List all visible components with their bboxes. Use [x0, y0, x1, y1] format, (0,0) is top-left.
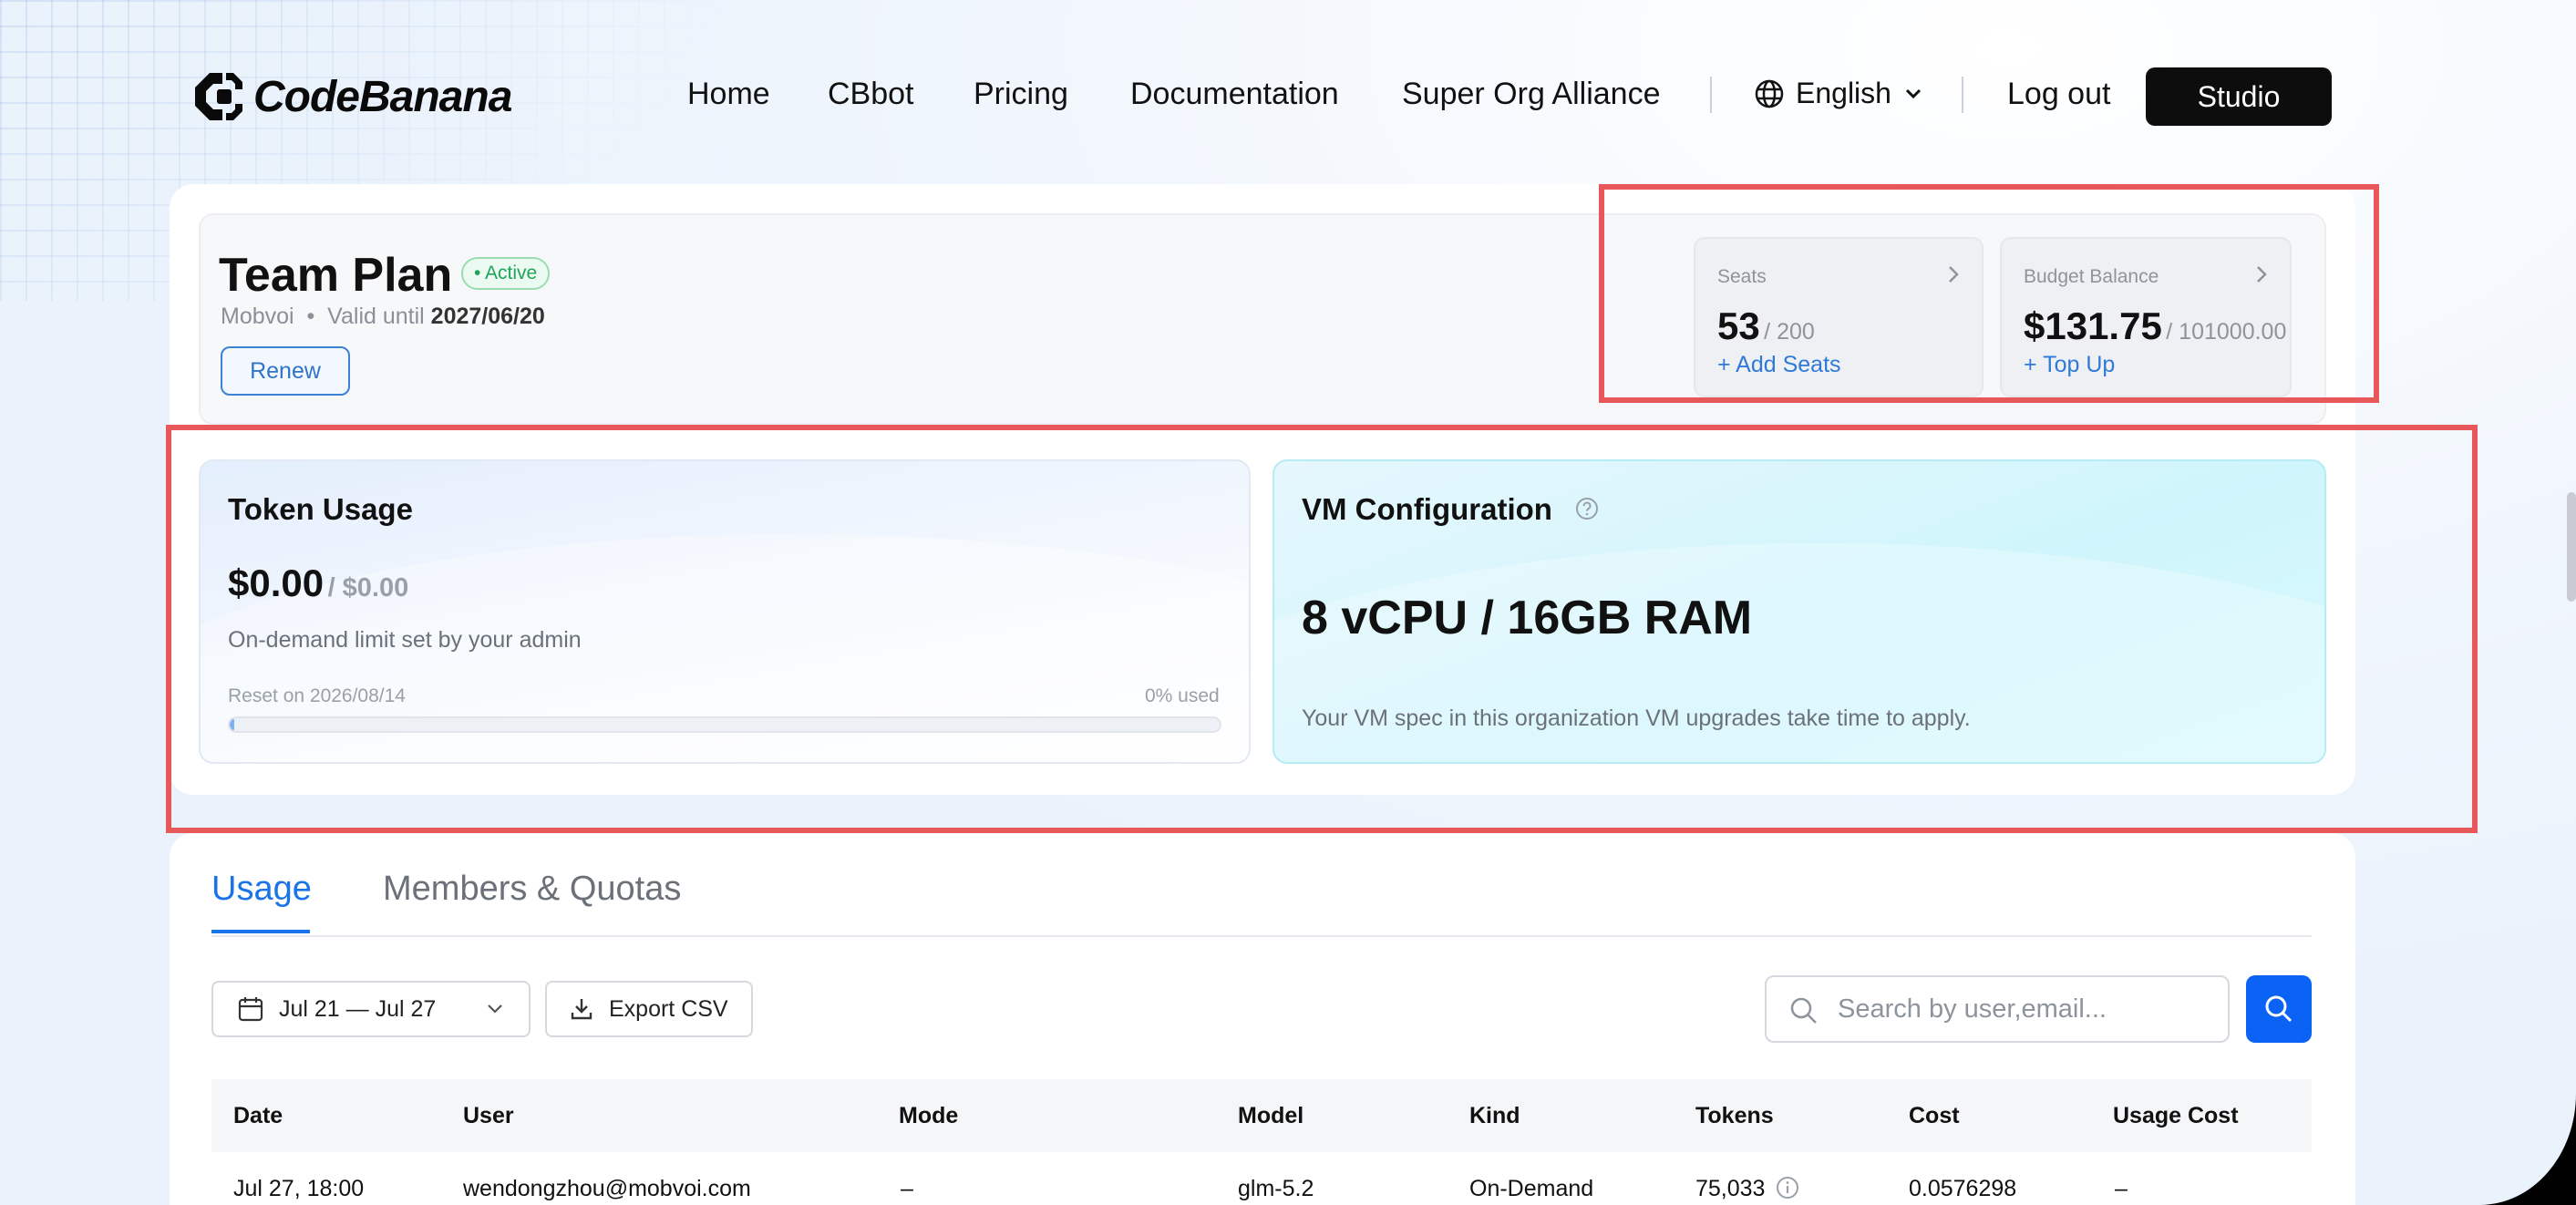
renew-button[interactable]: Renew — [221, 346, 350, 396]
language-label: English — [1796, 77, 1891, 109]
cell-cost: 0.0576298 — [1909, 1176, 2017, 1201]
export-csv-button[interactable]: Export CSV — [545, 981, 753, 1037]
logo[interactable]: CodeBanana — [190, 67, 512, 126]
plan-title: Team Plan — [219, 249, 453, 302]
nav-documentation[interactable]: Documentation — [1130, 77, 1339, 112]
separator-dot: • — [306, 304, 315, 329]
search-button[interactable] — [2246, 975, 2312, 1043]
nav-super-org-alliance[interactable]: Super Org Alliance — [1402, 77, 1661, 112]
cell-date: Jul 27, 18:00 — [233, 1176, 365, 1201]
info-icon[interactable] — [1776, 1176, 1799, 1200]
cell-user: wendongzhou@mobvoi.com — [463, 1176, 751, 1201]
date-range-label: Jul 21 — Jul 27 — [279, 995, 437, 1022]
language-selector[interactable]: English — [1754, 77, 1933, 110]
chevron-down-icon — [1905, 88, 1922, 98]
chevron-down-icon — [488, 1004, 502, 1014]
scrollbar-thumb[interactable] — [2567, 492, 2576, 602]
brand-name: CodeBanana — [253, 72, 512, 121]
search-box[interactable] — [1765, 975, 2230, 1043]
column-mode[interactable]: Mode — [899, 1103, 958, 1129]
nav-divider — [1962, 77, 1963, 113]
cell-tokens: 75,033 — [1695, 1176, 1766, 1201]
highlight-box-stats — [1599, 184, 2379, 403]
column-kind[interactable]: Kind — [1469, 1103, 1520, 1129]
search-input[interactable] — [1838, 990, 2211, 1028]
valid-until-date: 2027/06/20 — [430, 304, 545, 329]
nav-cbbot[interactable]: CBbot — [828, 77, 914, 112]
nav-pricing[interactable]: Pricing — [974, 77, 1068, 112]
cell-mode: – — [901, 1176, 913, 1201]
top-navigation: CodeBanana Home CBbot Pricing Documentat… — [0, 0, 2576, 191]
globe-icon — [1755, 79, 1784, 108]
highlight-box-cards — [166, 425, 2478, 833]
logout-link[interactable]: Log out — [2007, 77, 2110, 112]
studio-button[interactable]: Studio — [2146, 67, 2332, 126]
column-user[interactable]: User — [463, 1103, 514, 1129]
cell-model: glm-5.2 — [1238, 1176, 1314, 1201]
cell-kind: On-Demand — [1469, 1176, 1594, 1201]
org-name: Mobvoi — [221, 304, 294, 329]
column-usage-cost[interactable]: Usage Cost — [2113, 1103, 2239, 1129]
calendar-icon — [238, 997, 263, 1022]
search-icon — [1790, 997, 1817, 1024]
tab-active-indicator — [211, 930, 310, 933]
status-badge: • Active — [461, 257, 551, 290]
tab-usage[interactable]: Usage — [211, 870, 312, 909]
date-range-picker[interactable]: Jul 21 — Jul 27 — [211, 981, 531, 1037]
search-icon — [2265, 995, 2293, 1023]
nav-home[interactable]: Home — [687, 77, 770, 112]
window-corner — [2479, 1094, 2576, 1205]
column-model[interactable]: Model — [1238, 1103, 1303, 1129]
plan-validity: Mobvoi • Valid until 2027/06/20 — [221, 304, 545, 330]
valid-until-label: Valid until — [327, 304, 425, 329]
download-icon — [571, 999, 592, 1020]
column-tokens[interactable]: Tokens — [1695, 1103, 1774, 1129]
tabs-divider — [211, 935, 2312, 937]
tab-members-quotas[interactable]: Members & Quotas — [383, 870, 681, 909]
column-cost[interactable]: Cost — [1909, 1103, 1960, 1129]
cell-usage-cost: – — [2115, 1176, 2128, 1201]
column-date[interactable]: Date — [233, 1103, 283, 1129]
export-csv-label: Export CSV — [609, 995, 728, 1022]
codebanana-logo-icon — [195, 73, 242, 120]
nav-divider — [1710, 77, 1712, 113]
